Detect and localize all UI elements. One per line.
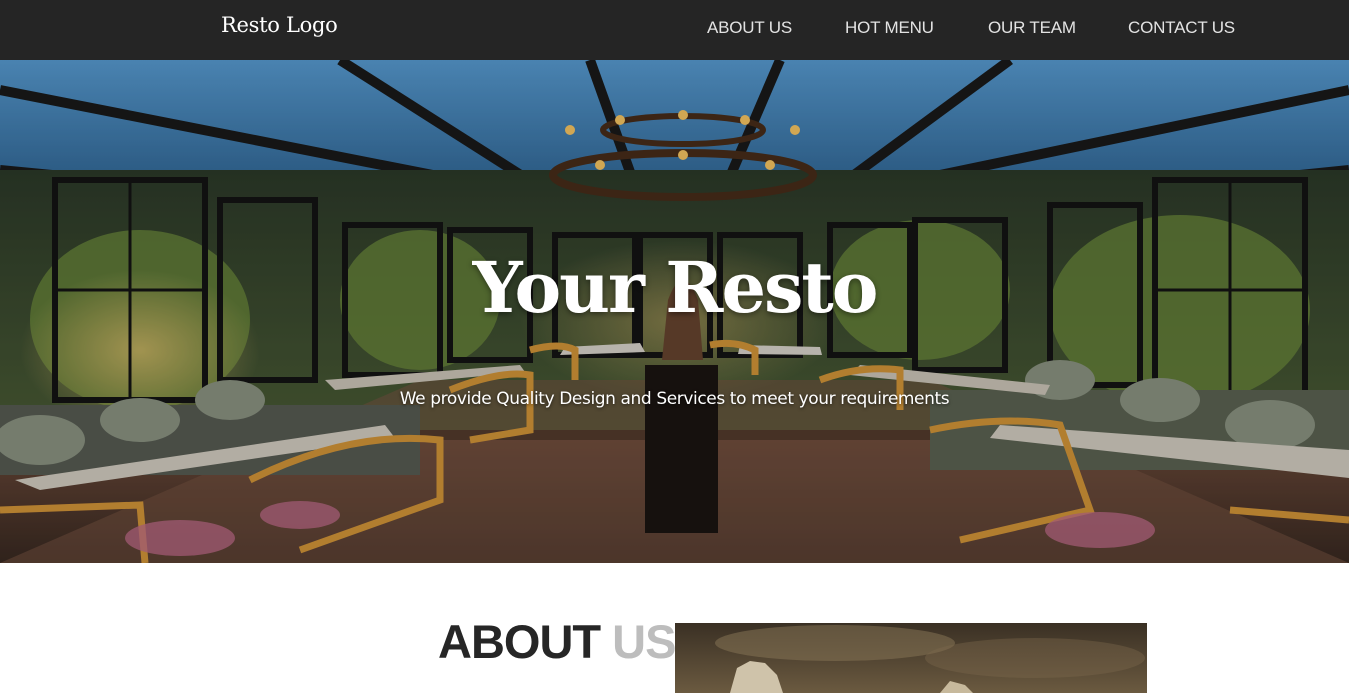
- hero-tagline: We provide Quality Design and Services t…: [399, 389, 950, 409]
- nav-link-contact-us[interactable]: CONTACT US: [1128, 18, 1235, 38]
- nav-link-hot-menu[interactable]: HOT MENU: [845, 18, 934, 38]
- about-building-image: [675, 623, 1147, 693]
- hero-title: Your Resto: [472, 246, 879, 329]
- nav-link-our-team[interactable]: OUR TEAM: [988, 18, 1076, 38]
- about-heading-dark: ABOUT: [438, 615, 601, 668]
- nav-links: ABOUT US HOT MENU OUR TEAM CONTACT US: [0, 18, 1349, 42]
- hero-banner: Your Resto We provide Quality Design and…: [0, 60, 1349, 563]
- about-image: [675, 623, 1147, 693]
- about-heading-light: US: [612, 615, 676, 668]
- about-heading: ABOUT US: [438, 614, 676, 669]
- top-navbar: Resto Logo ABOUT US HOT MENU OUR TEAM CO…: [0, 0, 1349, 60]
- nav-link-about-us[interactable]: ABOUT US: [707, 18, 792, 38]
